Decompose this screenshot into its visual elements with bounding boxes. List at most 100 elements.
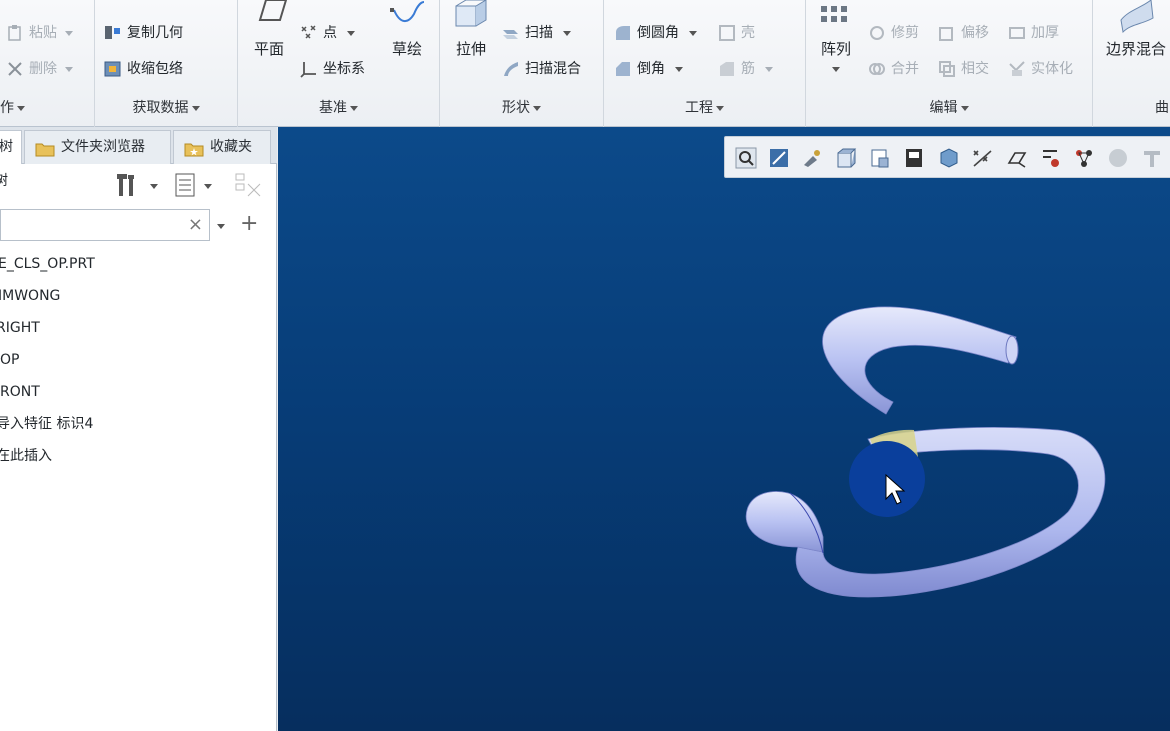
ribbon-group-surfaces: 边界混合 曲 (1093, 0, 1170, 127)
tree-item-part[interactable]: E_CLS_OP.PRT (0, 248, 277, 280)
chevron-down-icon[interactable] (347, 30, 355, 36)
chevron-down-icon (217, 224, 225, 229)
trim-icon (868, 24, 886, 42)
extrude-label: 拉伸 (455, 40, 486, 58)
pattern-icon (817, 0, 855, 34)
group-label-engineering[interactable]: 工程 (604, 96, 805, 122)
clear-search-icon[interactable]: × (188, 213, 203, 237)
paste-button[interactable]: 粘贴 (6, 20, 73, 46)
tree-item-front-plane[interactable]: RONT (0, 376, 277, 408)
ribbon-group-engineering: 倒圆角 倒角 壳 筋 工程 (604, 0, 806, 127)
tab-model-tree-label: 树 (0, 139, 13, 155)
ribbon: 粘贴 删除 操作 复制几何 收缩包络 获取数据 平面 点 坐标系 草绘 基 (0, 0, 1170, 127)
merge-label: 合并 (891, 61, 919, 77)
group-label-datum[interactable]: 基准 (238, 96, 439, 122)
boundary-blend-label: 边界混合 (1105, 40, 1166, 58)
tree-item-label: 在此插入 (0, 448, 52, 464)
merge-icon (868, 60, 886, 78)
plane-label: 平面 (253, 40, 284, 58)
merge-button[interactable]: 合并 (868, 56, 919, 82)
shrinkwrap-label: 收缩包络 (127, 61, 183, 77)
chamfer-icon (614, 60, 632, 78)
thicken-button[interactable]: 加厚 (1008, 20, 1059, 46)
rib-button[interactable]: 筋 (718, 56, 773, 82)
group-label-text: 编辑 (929, 100, 958, 116)
chevron-down-icon[interactable] (675, 66, 683, 72)
tab-favorites[interactable]: 收藏夹 (173, 130, 271, 164)
coordinate-system-icon (300, 60, 318, 78)
coordinate-system-button[interactable]: 坐标系 (300, 56, 365, 82)
round-label: 倒圆角 (637, 25, 679, 41)
copy-geometry-button[interactable]: 复制几何 (104, 20, 183, 46)
graphics-viewport[interactable] (278, 127, 1170, 731)
group-label-operations[interactable]: 操作 (0, 96, 94, 122)
chamfer-button[interactable]: 倒角 (614, 56, 683, 82)
swept-blend-button[interactable]: 扫描混合 (502, 56, 581, 82)
tree-item-annotation[interactable]: IMWONG (0, 280, 277, 312)
ribbon-group-datum: 平面 点 坐标系 草绘 基准 (238, 0, 440, 127)
model-geometry[interactable] (278, 127, 1170, 731)
boundary-blend-button[interactable]: 边界混合 (1103, 0, 1169, 59)
tab-folder-browser[interactable]: 文件夹浏览器 (24, 130, 171, 164)
tab-favorites-label: 收藏夹 (210, 139, 252, 155)
chevron-down-icon[interactable] (832, 67, 840, 72)
chevron-down-icon[interactable] (689, 30, 697, 36)
group-label-editing[interactable]: 编辑 (806, 96, 1092, 122)
tree-item-label: RIGHT (0, 320, 40, 336)
group-label-surfaces[interactable]: 曲 (1093, 96, 1170, 122)
extrude-icon (452, 0, 490, 34)
offset-button[interactable]: 偏移 (938, 20, 989, 46)
solidify-button[interactable]: 实体化 (1008, 56, 1073, 82)
chevron-down-icon (960, 105, 969, 111)
favorites-icon (184, 138, 204, 157)
model-tree-title: 树 (0, 173, 8, 189)
plane-button[interactable]: 平面 (248, 0, 290, 59)
group-label-text: 工程 (685, 100, 713, 116)
copy-geometry-label: 复制几何 (127, 25, 183, 41)
sweep-button[interactable]: 扫描 (502, 20, 571, 46)
shell-label: 壳 (741, 25, 755, 41)
settings-button[interactable] (116, 172, 164, 198)
chevron-down-icon[interactable] (563, 30, 571, 36)
round-button[interactable]: 倒圆角 (614, 20, 697, 46)
tree-search-input[interactable]: × (0, 209, 210, 241)
sketch-icon (388, 0, 426, 34)
pattern-button[interactable]: 阵列 (816, 0, 856, 72)
point-button[interactable]: 点 (300, 20, 355, 46)
thicken-icon (1008, 24, 1026, 42)
chevron-down-icon[interactable] (65, 66, 73, 72)
chevron-down-icon[interactable] (65, 30, 73, 36)
tree-item-label: RONT (0, 384, 40, 400)
tree-item-right-plane[interactable]: RIGHT (0, 312, 277, 344)
sketch-button[interactable]: 草绘 (386, 0, 428, 59)
delete-label: 删除 (29, 61, 57, 77)
show-button[interactable] (174, 172, 222, 198)
trim-button[interactable]: 修剪 (868, 20, 919, 46)
shrinkwrap-button[interactable]: 收缩包络 (104, 56, 183, 82)
offset-label: 偏移 (961, 25, 989, 41)
point-icon (300, 24, 318, 42)
tree-filter-button[interactable] (234, 172, 264, 198)
tab-model-tree[interactable]: 树 (0, 130, 22, 164)
group-label-shapes[interactable]: 形状 (440, 96, 603, 122)
round-icon (614, 24, 632, 42)
delete-button[interactable]: 删除 (6, 56, 73, 82)
thicken-label: 加厚 (1031, 25, 1059, 41)
intersect-button[interactable]: 相交 (938, 56, 989, 82)
tree-item-label: E_CLS_OP.PRT (0, 256, 95, 272)
shrinkwrap-icon (104, 60, 122, 78)
tree-item-import-feature[interactable]: 导入特征 标识4 (0, 408, 277, 440)
tree-item-insert-here[interactable]: 在此插入 (0, 440, 277, 472)
sweep-label: 扫描 (525, 25, 553, 41)
search-options-dropdown[interactable] (214, 216, 230, 234)
delete-icon (6, 60, 24, 78)
extrude-button[interactable]: 拉伸 (448, 0, 494, 59)
tree-item-top-plane[interactable]: OP (0, 344, 277, 376)
ribbon-group-editing: 阵列 修剪 偏移 加厚 合并 相交 实体化 编辑 (806, 0, 1093, 127)
point-label: 点 (323, 25, 337, 41)
group-label-get-data[interactable]: 获取数据 (95, 96, 237, 122)
chevron-down-icon[interactable] (765, 66, 773, 72)
add-filter-button[interactable]: + (240, 210, 258, 238)
shell-button[interactable]: 壳 (718, 20, 755, 46)
chevron-down-icon (350, 105, 358, 111)
